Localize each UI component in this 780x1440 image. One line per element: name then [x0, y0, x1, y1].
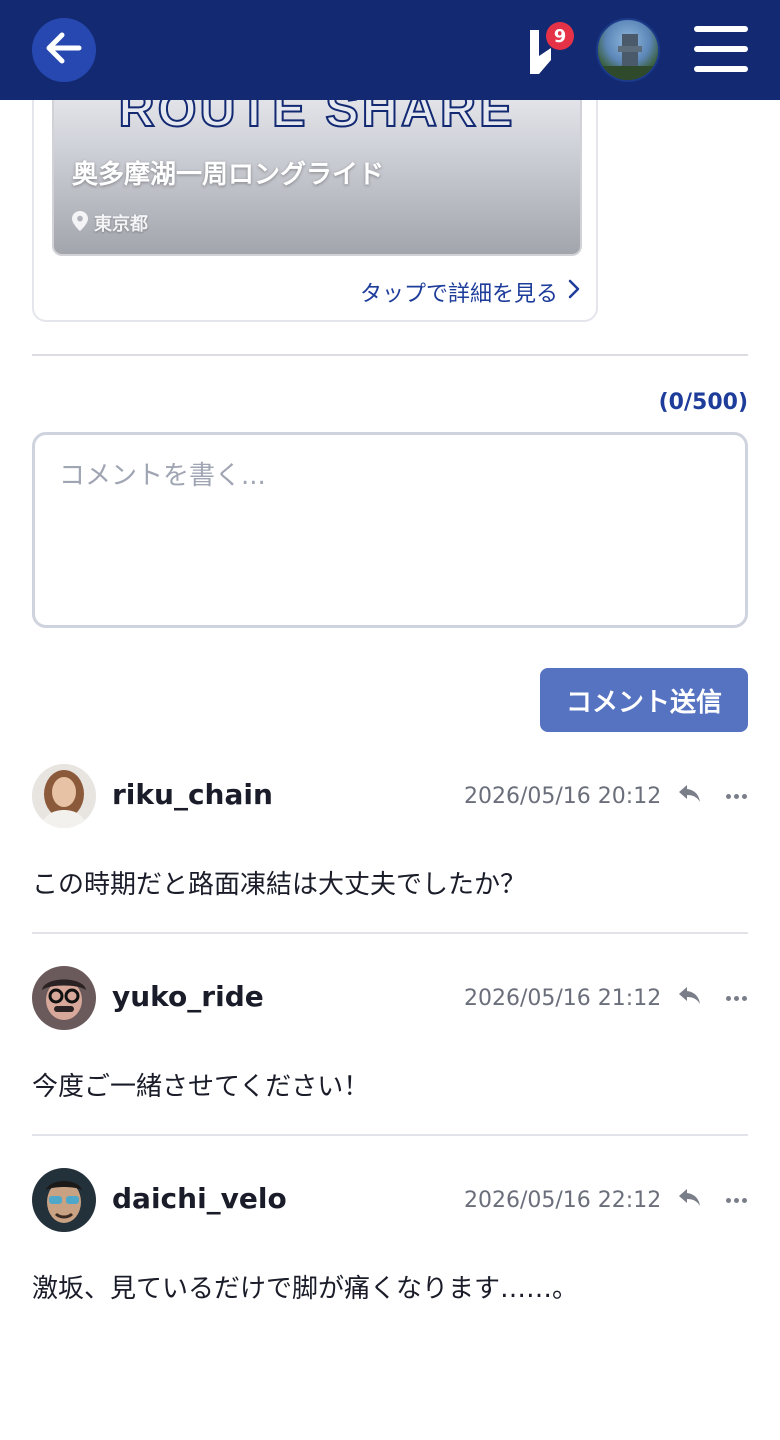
- dot: [725, 995, 731, 1001]
- reply-icon: [677, 1187, 703, 1213]
- route-detail-link[interactable]: タップで詳細を見る: [360, 276, 580, 308]
- dot: [725, 793, 731, 799]
- more-options-button[interactable]: [722, 982, 750, 1014]
- avatar-image-icon: [32, 1168, 96, 1232]
- comment-timestamp: 2026/05/16 22:12: [464, 1188, 662, 1213]
- avatar-image-icon: [598, 34, 658, 80]
- comment-text: この時期だと路面凍結は大丈夫でしたか？: [32, 870, 527, 900]
- dot: [741, 1197, 747, 1203]
- reply-button[interactable]: [674, 1184, 706, 1216]
- comment-input[interactable]: [32, 432, 748, 628]
- comment-item: yuko_ride 2026/05/16 21:12 今度ご一緒させてください！: [32, 966, 748, 1136]
- dot: [741, 793, 747, 799]
- comment-text: 今度ご一緒させてください！: [32, 1072, 370, 1102]
- comment-text: 激坂、見ているだけで脚が痛くなります……。: [32, 1274, 579, 1304]
- app-header: 9: [0, 0, 780, 100]
- commenter-username[interactable]: yuko_ride: [112, 980, 264, 1013]
- avatar-image-icon: [32, 966, 96, 1030]
- menu-line: [694, 46, 748, 52]
- comment-item: riku_chain 2026/05/16 20:12 この時期だと路面凍結は大…: [32, 764, 748, 934]
- commenter-username[interactable]: daichi_velo: [112, 1182, 287, 1215]
- commenter-avatar[interactable]: [32, 966, 96, 1030]
- comment-divider: [32, 1134, 748, 1136]
- avatar-image-icon: [32, 764, 96, 828]
- commenter-avatar[interactable]: [32, 1168, 96, 1232]
- commenter-username[interactable]: riku_chain: [112, 778, 273, 811]
- route-detail-label: タップで詳細を見る: [359, 282, 558, 307]
- comment-item: daichi_velo 2026/05/16 22:12 激坂、見ているだけで脚…: [32, 1168, 748, 1328]
- notification-button[interactable]: 9: [518, 22, 574, 78]
- route-location-label: 東京都: [94, 214, 148, 235]
- reply-icon: [677, 985, 703, 1011]
- commenter-avatar[interactable]: [32, 764, 96, 828]
- more-options-button[interactable]: [722, 1184, 750, 1216]
- arrow-left-icon: [46, 32, 82, 68]
- dot: [725, 1197, 731, 1203]
- more-options-button[interactable]: [722, 780, 750, 812]
- notification-badge: 9: [546, 22, 574, 50]
- route-location: 東京都: [72, 210, 148, 236]
- submit-comment-button[interactable]: コメント送信: [540, 668, 748, 732]
- reply-button[interactable]: [674, 982, 706, 1014]
- section-divider: [32, 354, 748, 356]
- dot: [733, 793, 739, 799]
- hamburger-menu-button[interactable]: [694, 26, 748, 72]
- dot: [733, 1197, 739, 1203]
- comment-divider: [32, 932, 748, 934]
- menu-line: [694, 26, 748, 32]
- map-pin-icon: [72, 210, 88, 236]
- user-avatar[interactable]: [596, 18, 660, 82]
- dot: [733, 995, 739, 1001]
- reply-icon: [677, 783, 703, 809]
- chevron-right-icon: [568, 279, 580, 305]
- char-counter: (0/500): [658, 390, 748, 415]
- reply-button[interactable]: [674, 780, 706, 812]
- comment-timestamp: 2026/05/16 20:12: [464, 784, 662, 809]
- dot: [741, 995, 747, 1001]
- back-button[interactable]: [32, 18, 96, 82]
- menu-line: [694, 66, 748, 72]
- route-title: 奥多摩湖一周ロングライド: [72, 160, 385, 190]
- comment-timestamp: 2026/05/16 21:12: [464, 986, 662, 1011]
